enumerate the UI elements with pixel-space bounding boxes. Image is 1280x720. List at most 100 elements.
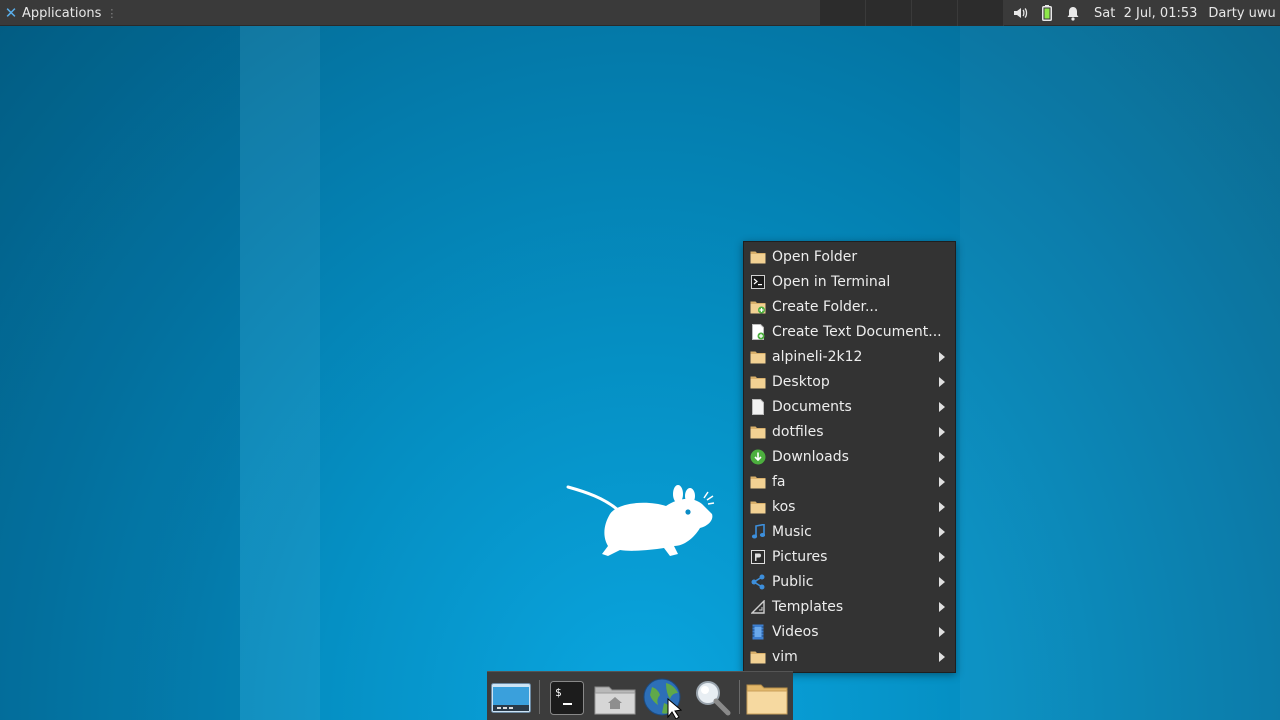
music-icon [750,523,766,540]
workspace-2[interactable] [866,0,912,26]
web-browser-icon [643,678,683,719]
submenu-arrow-icon [939,602,945,612]
menu-item-vim[interactable]: vim [744,644,955,669]
folder-icon [750,499,766,515]
file-manager-icon [594,686,636,715]
workspace-4[interactable] [958,0,1004,26]
menu-item-videos[interactable]: Videos [744,619,955,644]
dock: $ [487,671,793,720]
pictures-icon [750,549,766,565]
download-icon [750,449,766,465]
submenu-arrow-icon [939,627,945,637]
menu-item-open-in-terminal[interactable]: Open in Terminal [744,269,955,294]
menu-item-downloads[interactable]: Downloads [744,444,955,469]
top-panel: ✕ Applications ⋮ Sat 2 Jul, 01:53 Darty … [0,0,1280,26]
submenu-arrow-icon [939,352,945,362]
workspace-1[interactable] [820,0,866,26]
battery-icon[interactable] [1034,0,1060,26]
submenu-arrow-icon [939,477,945,487]
menu-item-fa[interactable]: fa [744,469,955,494]
folder-button[interactable] [745,676,789,720]
wallpaper-stripe [240,26,320,720]
menu-item-label: Create Folder... [772,298,879,315]
submenu-arrow-icon [939,452,945,462]
app-finder-icon [696,681,731,716]
wallpaper-stripe [0,26,240,720]
context-menu: Open Folder Open in Terminal Create Folder… [743,241,956,673]
terminal-icon [750,274,766,290]
menu-item-music[interactable]: Music [744,519,955,544]
applications-menu-button[interactable]: ✕ Applications ⋮ [0,0,123,26]
folder-icon [750,649,766,665]
menu-item-pictures[interactable]: Pictures [744,544,955,569]
menu-item-label: kos [772,498,796,515]
volume-icon[interactable] [1008,0,1034,26]
document-icon [750,398,766,415]
menu-item-label: fa [772,473,786,490]
folder-icon [750,374,766,390]
video-icon [750,624,766,640]
folder-icon [750,424,766,440]
notification-bell-icon[interactable] [1060,0,1086,26]
applications-label: Applications [22,5,102,21]
wallpaper-stripe [960,26,1280,720]
folder-new-icon [750,299,766,315]
menu-item-create-folder[interactable]: Create Folder... [744,294,955,319]
menu-item-label: dotfiles [772,423,824,440]
submenu-arrow-icon [939,552,945,562]
menu-item-desktop[interactable]: Desktop [744,369,955,394]
submenu-arrow-icon [939,402,945,412]
menu-item-label: alpineli-2k12 [772,348,863,365]
menu-item-alpineli-2k12[interactable]: alpineli-2k12 [744,344,955,369]
show-desktop-button[interactable] [489,676,533,720]
menu-item-templates[interactable]: Templates [744,594,955,619]
menu-item-label: Templates [772,598,844,615]
menu-item-label: Open Folder [772,248,858,265]
menu-item-label: Pictures [772,548,828,565]
menu-item-documents[interactable]: Documents [744,394,955,419]
menu-item-open-folder[interactable]: Open Folder [744,244,955,269]
clock[interactable]: Sat 2 Jul, 01:53 [1094,6,1197,21]
share-icon [750,574,766,590]
menu-item-dotfiles[interactable]: dotfiles [744,419,955,444]
submenu-arrow-icon [939,377,945,387]
menu-item-label: Create Text Document... [772,323,942,340]
submenu-arrow-icon [939,577,945,587]
submenu-arrow-icon [939,652,945,662]
folder-icon [750,474,766,490]
workspace-3[interactable] [912,0,958,26]
folder-icon [750,249,766,265]
workspace-switcher [820,0,1004,26]
submenu-arrow-icon [939,527,945,537]
xfce-mouse-logo [566,485,715,556]
folder-icon [750,349,766,365]
templates-icon [750,599,766,615]
terminal-icon: $ [550,681,584,715]
web-browser-button[interactable] [641,676,685,720]
menu-item-label: Music [772,523,812,540]
user-name[interactable]: Darty uwu [1208,6,1275,21]
menu-item-public[interactable]: Public [744,569,955,594]
panel-handle-icon: ⋮ [106,6,118,20]
menu-item-label: Videos [772,623,819,640]
menu-item-kos[interactable]: kos [744,494,955,519]
file-manager-button[interactable] [593,676,637,720]
xfce-logo-icon: ✕ [4,4,18,22]
submenu-arrow-icon [939,502,945,512]
terminal-button[interactable]: $ [545,676,589,720]
svg-text:$: $ [555,686,562,699]
menu-item-create-text-document[interactable]: Create Text Document... [744,319,955,344]
folder-icon [746,684,788,715]
menu-item-label: vim [772,648,798,665]
app-finder-button[interactable] [691,676,735,720]
menu-item-label: Open in Terminal [772,273,891,290]
menu-item-label: Documents [772,398,852,415]
menu-item-label: Desktop [772,373,830,390]
document-new-icon [750,323,766,340]
menu-item-label: Public [772,573,814,590]
submenu-arrow-icon [939,427,945,437]
dock-separator [539,680,540,714]
show-desktop-icon [491,683,531,713]
system-tray: Sat 2 Jul, 01:53 Darty uwu [1008,0,1276,26]
menu-item-label: Downloads [772,448,849,465]
